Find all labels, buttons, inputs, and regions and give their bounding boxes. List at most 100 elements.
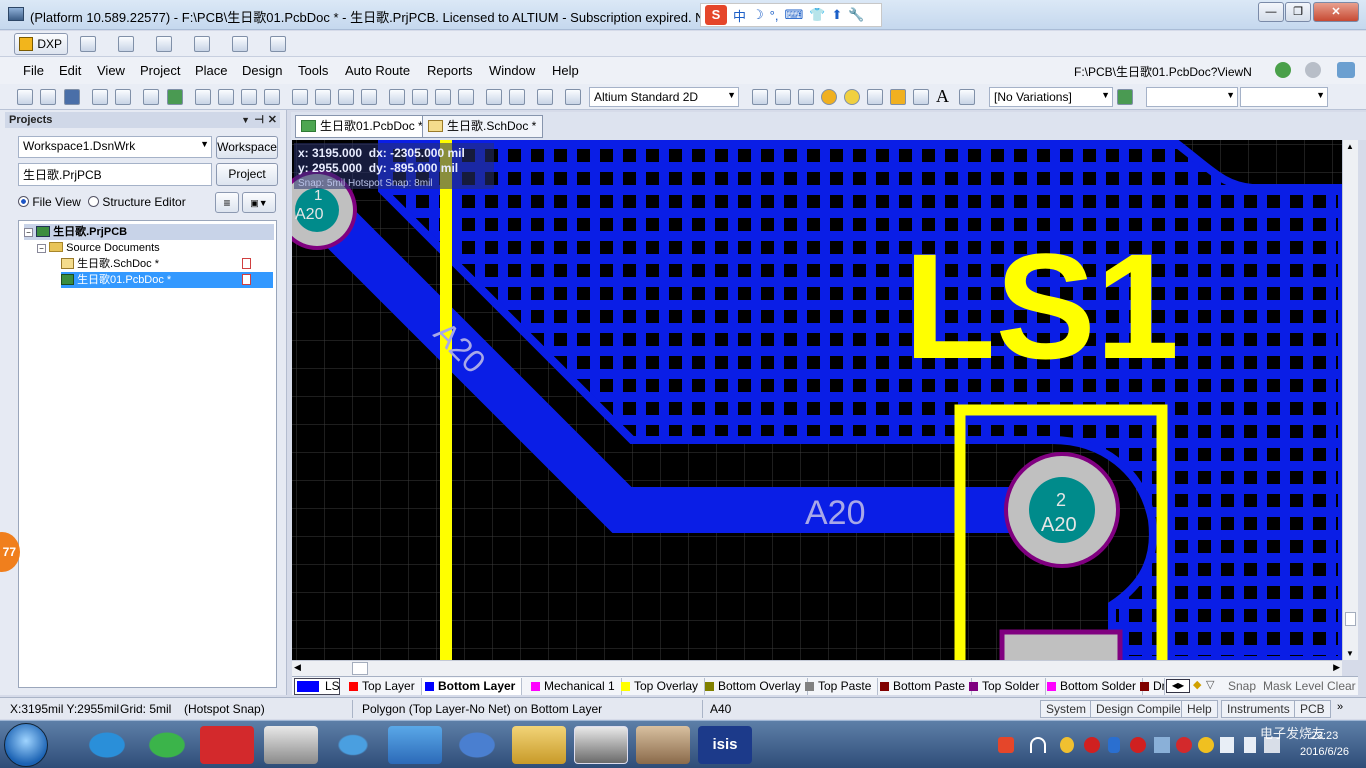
print-icon[interactable] xyxy=(92,89,108,105)
panel-close-icon[interactable]: ✕ xyxy=(268,112,277,128)
system-clock[interactable]: 23:23 2016/6/26 xyxy=(1300,728,1349,760)
tray-bluetooth-icon[interactable] xyxy=(1108,737,1120,753)
filter-icon[interactable]: ▽ xyxy=(1206,678,1214,691)
tray-network-icon[interactable] xyxy=(1154,737,1170,753)
ime-keyboard-icon[interactable]: ⌨ xyxy=(784,7,803,23)
place-via-icon[interactable] xyxy=(844,89,860,105)
ie-icon[interactable] xyxy=(450,726,504,764)
tree-root[interactable]: − 生日歌.PrjPCB xyxy=(24,224,274,240)
place-component-icon[interactable] xyxy=(959,89,975,105)
workspace-select[interactable]: Workspace1.DsnWrk ▼ xyxy=(18,136,212,158)
redo-icon[interactable] xyxy=(509,89,525,105)
structure-editor-radio[interactable]: Structure Editor xyxy=(88,195,186,209)
forward-icon[interactable] xyxy=(1305,62,1321,78)
deselect-icon[interactable] xyxy=(435,89,451,105)
horizontal-scrollbar[interactable]: ◀ ▶ xyxy=(292,660,1342,676)
layer-tab-top-solder[interactable]: Top Solder xyxy=(966,678,1047,695)
view-mode-select[interactable]: Altium Standard 2D ▼ xyxy=(589,87,739,107)
smd-pad[interactable] xyxy=(999,629,1123,660)
zoom-area-icon[interactable] xyxy=(218,89,234,105)
undo-icon[interactable] xyxy=(486,89,502,105)
grid-tool-icon[interactable] xyxy=(270,36,286,52)
multi-route-icon[interactable] xyxy=(798,89,814,105)
close-button[interactable]: ✕ xyxy=(1313,2,1359,22)
menu-auto-route[interactable]: Auto Route xyxy=(345,63,410,78)
layer-set-ls[interactable]: LS xyxy=(294,678,340,695)
scroll-right-icon[interactable]: ▶ xyxy=(1333,662,1340,673)
open-icon[interactable] xyxy=(40,89,56,105)
maximize-button[interactable]: ❐ xyxy=(1285,2,1311,22)
ime-punct-icon[interactable]: °, xyxy=(770,8,779,23)
back-icon[interactable] xyxy=(1275,62,1291,78)
snap-button[interactable]: Snap xyxy=(1228,679,1256,693)
save-icon[interactable] xyxy=(64,89,80,105)
home-icon[interactable] xyxy=(1337,62,1355,78)
menu-edit[interactable]: Edit xyxy=(59,63,81,78)
tree-file-schdoc[interactable]: 生日歌.SchDoc * xyxy=(61,256,273,272)
dxp-button[interactable]: DXP xyxy=(14,33,68,55)
layer-tab-top-paste[interactable]: Top Paste xyxy=(802,678,879,695)
3d-view-icon[interactable] xyxy=(143,89,159,105)
layer-tab-bottom-overlay[interactable]: Bottom Overlay xyxy=(702,678,808,695)
instruments-button[interactable]: Instruments xyxy=(1221,700,1296,718)
variations-select[interactable]: [No Variations] ▼ xyxy=(989,87,1113,107)
layer-tool-icon[interactable] xyxy=(232,36,248,52)
place-pad-icon[interactable] xyxy=(821,89,837,105)
menu-reports[interactable]: Reports xyxy=(427,63,473,78)
vertical-scrollbar[interactable]: ▲ ▼ xyxy=(1342,140,1358,660)
kugou-icon[interactable] xyxy=(80,726,134,764)
variants-icon[interactable] xyxy=(1117,89,1133,105)
ime-chinese-icon[interactable]: 中 xyxy=(733,6,746,25)
expand-icon[interactable]: − xyxy=(37,244,46,253)
explorer-grid-icon[interactable] xyxy=(388,726,442,764)
layer-tab-bottom-solder[interactable]: Bottom Solder xyxy=(1044,678,1144,695)
place-arc-icon[interactable] xyxy=(867,89,883,105)
menu-window[interactable]: Window xyxy=(489,63,535,78)
file-view-radio[interactable]: File View xyxy=(18,195,81,209)
interactive-route-icon[interactable] xyxy=(752,89,768,105)
scroll-left-icon[interactable]: ◀ xyxy=(294,662,301,673)
layer-color-icon[interactable]: ◆ xyxy=(1193,678,1201,691)
tab-schdoc[interactable]: 生日歌.SchDoc * xyxy=(422,115,544,138)
filter-select-1[interactable]: ▼ xyxy=(1146,87,1238,107)
ime-toolbar[interactable]: S 中 ☽ °, ⌨ 👕 ⬆ 🔧 xyxy=(700,3,882,27)
cross-probe-icon[interactable] xyxy=(537,89,553,105)
zoom-filter-icon[interactable] xyxy=(264,89,280,105)
zoom-selected-icon[interactable] xyxy=(241,89,257,105)
designator-ls1[interactable]: LS1 xyxy=(904,222,1179,390)
more-panels-icon[interactable]: » xyxy=(1337,701,1343,713)
start-button[interactable] xyxy=(4,723,48,767)
expand-icon[interactable]: − xyxy=(24,228,33,237)
tray-action-center-icon[interactable] xyxy=(1244,737,1256,753)
ime-tools-icon[interactable]: 🔧 xyxy=(848,7,864,23)
scroll-down-icon[interactable]: ▼ xyxy=(1346,649,1354,658)
menu-tools[interactable]: Tools xyxy=(298,63,328,78)
project-button[interactable]: Project xyxy=(216,163,278,186)
clear-icon[interactable] xyxy=(458,89,474,105)
new-icon[interactable] xyxy=(17,89,33,105)
tray-beats2-icon[interactable] xyxy=(1130,737,1146,753)
scroll-thumb[interactable] xyxy=(1345,612,1356,626)
layer-tab-bottom-paste[interactable]: Bottom Paste xyxy=(877,678,973,695)
place-polygon-icon[interactable] xyxy=(913,89,929,105)
tray-wifi-icon[interactable] xyxy=(1030,737,1046,753)
mask-level-button[interactable]: Mask Level xyxy=(1263,679,1324,693)
select-area-icon[interactable] xyxy=(389,89,405,105)
pin-icon[interactable]: ⊣ xyxy=(254,112,264,128)
layer-tab-top-overlay[interactable]: Top Overlay xyxy=(618,678,706,695)
workspace-button[interactable]: Workspace xyxy=(216,136,278,159)
project-menu-button[interactable]: ▣▼ xyxy=(242,192,276,213)
tray-beats-icon[interactable] xyxy=(1084,737,1100,753)
print-tool-icon[interactable] xyxy=(118,36,134,52)
tray-netease-icon[interactable] xyxy=(1176,737,1192,753)
title-bar[interactable]: (Platform 10.589.22577) - F:\PCB\生日歌01.P… xyxy=(0,0,1366,30)
altium-designer-icon[interactable] xyxy=(574,726,628,764)
tree-folder[interactable]: − Source Documents xyxy=(37,240,267,256)
rubber-stamp-icon[interactable] xyxy=(361,89,377,105)
minimize-button[interactable]: — xyxy=(1258,2,1284,22)
tray-sogou-icon[interactable] xyxy=(998,737,1014,753)
document-path[interactable]: F:\PCB\生日歌01.PcbDoc?ViewN xyxy=(1074,63,1252,80)
pcb-button[interactable]: PCB xyxy=(1294,700,1331,718)
clear-button[interactable]: Clear xyxy=(1327,679,1356,693)
scroll-thumb[interactable] xyxy=(352,662,368,675)
